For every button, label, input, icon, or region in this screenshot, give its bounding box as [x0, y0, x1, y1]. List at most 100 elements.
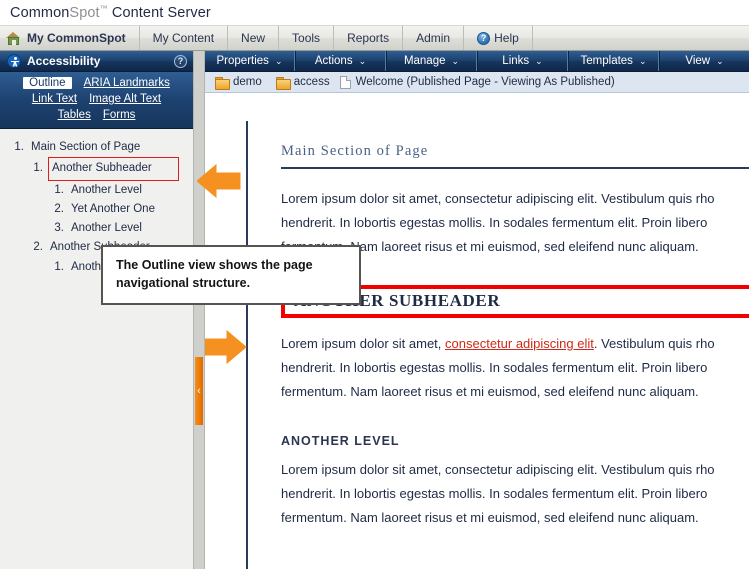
tab-row-2: Link Text Image Alt Text — [0, 91, 193, 107]
chevron-down-icon: ⌄ — [716, 55, 724, 66]
menu-label: View — [685, 55, 711, 67]
menu-label: Links — [502, 55, 530, 67]
doc-heading-2: ANOTHER SUBHEADER — [294, 291, 501, 310]
accessibility-person-icon — [7, 54, 21, 68]
help-circle-icon[interactable]: ? — [174, 54, 187, 68]
folder-icon — [275, 76, 291, 90]
main-navigation-bar: My CommonSpot My Content New Tools Repor… — [0, 26, 749, 51]
outline-node-number: 2. — [33, 241, 43, 254]
accessibility-panel: Accessibility ? Outline ARIA Landmarks L… — [0, 51, 193, 569]
tab-outline[interactable]: Outline — [23, 77, 72, 89]
callout-arrow-right — [205, 330, 247, 364]
menu-actions[interactable]: Actions ⌄ — [295, 51, 386, 71]
menu-properties[interactable]: Properties ⌄ — [205, 51, 295, 71]
nav-item-reports[interactable]: Reports — [334, 26, 404, 50]
nav-item-tools[interactable]: Tools — [279, 26, 335, 50]
nav-item-label: Help — [494, 31, 519, 45]
menu-label: Manage — [403, 55, 446, 67]
menu-label: Actions — [314, 55, 353, 67]
accessibility-panel-header: Accessibility ? — [0, 51, 193, 72]
doc-paragraph: Lorem ipsum dolor sit amet, consectetur … — [281, 458, 749, 530]
page-icon — [339, 75, 351, 89]
tab-tables[interactable]: Tables — [58, 109, 91, 121]
content-area: Properties ⌄ Actions ⌄ Manage ⌄ Links ⌄ … — [205, 51, 749, 569]
outline-node-label: Main Section of Page — [31, 141, 141, 153]
menu-manage[interactable]: Manage ⌄ — [386, 51, 477, 71]
menu-view[interactable]: View ⌄ — [659, 51, 749, 71]
nav-item-my-commonspot[interactable]: My CommonSpot — [0, 26, 140, 50]
brand-trademark: ™ — [99, 4, 108, 14]
doc-paragraph-line: Lorem ipsum dolor sit amet, consectetur … — [281, 191, 715, 206]
breadcrumb: demo access Welcome (Published Page - Vi… — [205, 72, 749, 93]
panel-splitter[interactable]: ‹ — [193, 51, 205, 569]
outline-tree: 1. Main Section of Page 1. Another Subhe… — [0, 129, 193, 569]
menu-templates[interactable]: Templates ⌄ — [568, 51, 659, 71]
collapse-panel-handle[interactable]: ‹ — [195, 357, 203, 425]
breadcrumb-folder-access[interactable]: access — [294, 76, 330, 88]
command-bar: Properties ⌄ Actions ⌄ Manage ⌄ Links ⌄ … — [205, 51, 749, 72]
help-circle-icon: ? — [477, 31, 491, 45]
chevron-down-icon: ⌄ — [358, 55, 367, 66]
tab-forms[interactable]: Forms — [103, 109, 136, 121]
folder-icon — [215, 76, 230, 90]
tab-row-3: Tables Forms — [0, 107, 193, 123]
nav-item-help[interactable]: ? Help — [464, 26, 533, 50]
tab-aria-landmarks[interactable]: ARIA Landmarks — [84, 77, 170, 89]
doc-inline-link[interactable]: consectetur adipiscing elit — [445, 336, 594, 351]
doc-heading-3: ANOTHER LEVEL — [281, 434, 400, 448]
outline-node-number: 1. — [33, 162, 43, 175]
panel-title: Accessibility — [27, 54, 101, 68]
tooltip-line-1: The Outline view shows the page — [116, 258, 313, 272]
chevron-down-icon: ⌄ — [535, 55, 543, 66]
chevron-down-icon: ⌄ — [274, 55, 283, 66]
nav-item-my-content[interactable]: My Content — [140, 26, 229, 50]
chevron-down-icon: ⌄ — [451, 55, 460, 66]
brand-spot: Spot — [69, 4, 100, 21]
nav-item-admin[interactable]: Admin — [403, 26, 465, 50]
doc-paragraph-line: hendrerit. In lobortis egestas mollis. I… — [281, 215, 708, 230]
workspace: Accessibility ? Outline ARIA Landmarks L… — [0, 51, 749, 569]
nav-item-label: New — [241, 31, 266, 45]
doc-paragraph-line: fermentum. Nam laoreet risus et mi euism… — [281, 510, 699, 525]
nav-item-label: Reports — [347, 31, 390, 45]
outline-node-number: 3. — [54, 222, 64, 235]
home-icon — [6, 31, 21, 45]
outline-node-label: Another Level — [71, 183, 142, 196]
chevron-down-icon: ⌄ — [638, 55, 647, 66]
tab-row-1: Outline ARIA Landmarks — [0, 75, 193, 91]
outline-node[interactable]: 3. Another Level — [0, 219, 193, 238]
tab-link-text[interactable]: Link Text — [32, 93, 77, 105]
outline-node-number: 2. — [54, 202, 64, 215]
product-title-bar: CommonSpot™ Content Server — [0, 0, 749, 26]
breadcrumb-folder-demo[interactable]: demo — [233, 76, 262, 88]
nav-item-label: Tools — [292, 31, 321, 45]
doc-heading-1: Main Section of Page — [281, 143, 429, 159]
outline-node[interactable]: 1. Another Level — [0, 181, 193, 200]
tab-image-alt-text[interactable]: Image Alt Text — [89, 93, 161, 105]
outline-node-selected[interactable]: 1. Another Subheader — [0, 157, 193, 181]
nav-item-new[interactable]: New — [228, 26, 280, 50]
brand-common: Common — [10, 4, 70, 21]
doc-paragraph-line: hendrerit. In lobortis egestas mollis. I… — [281, 360, 708, 375]
tooltip-callout: The Outline view shows the page navigati… — [101, 245, 361, 305]
tooltip-line-2: navigational structure. — [116, 276, 251, 290]
outline-node[interactable]: 2. Yet Another One — [0, 200, 193, 219]
nav-filler — [533, 26, 749, 50]
rendered-page: Main Section of Page Lorem ipsum dolor s… — [246, 121, 749, 569]
accessibility-tab-group: Outline ARIA Landmarks Link Text Image A… — [0, 72, 193, 129]
doc-paragraph: Lorem ipsum dolor sit amet, consectetur … — [281, 332, 749, 404]
breadcrumb-page-status: Welcome (Published Page - Viewing As Pub… — [355, 76, 615, 88]
doc-paragraph-line: fermentum. Nam laoreet risus et mi euism… — [281, 384, 699, 399]
outline-node-label: Another Level — [71, 222, 142, 235]
menu-label: Templates — [580, 55, 633, 67]
doc-paragraph-line: . Vestibulum quis rho — [593, 336, 715, 351]
brand-content-server: Content Server — [111, 4, 211, 21]
nav-item-label: Admin — [416, 31, 451, 45]
outline-node-label: Another Subheader — [48, 157, 179, 181]
product-brand: CommonSpot™ Content Server — [10, 4, 211, 21]
menu-links[interactable]: Links ⌄ — [477, 51, 568, 71]
doc-paragraph-line: Lorem ipsum dolor sit amet, consectetur … — [281, 462, 715, 477]
outline-node-number: 1. — [14, 141, 24, 153]
outline-node[interactable]: 1. Main Section of Page — [0, 138, 193, 157]
doc-paragraph-line: hendrerit. In lobortis egestas mollis. I… — [281, 486, 708, 501]
